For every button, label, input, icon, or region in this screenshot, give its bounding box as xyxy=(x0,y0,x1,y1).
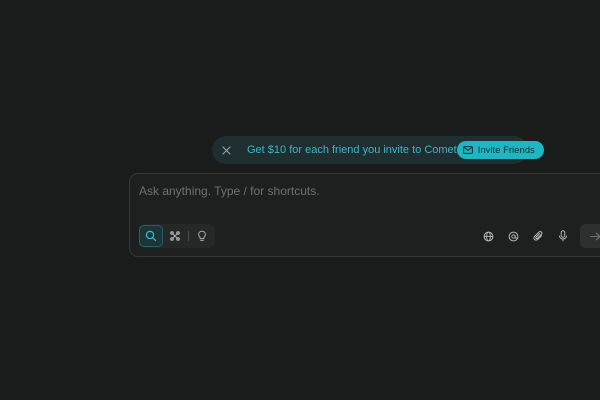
invite-friends-button[interactable]: Invite Friends xyxy=(456,141,544,159)
search-icon xyxy=(145,230,157,242)
mode-selector xyxy=(139,224,215,248)
microphone-icon[interactable] xyxy=(554,227,572,245)
arrow-right-icon xyxy=(589,232,600,240)
at-sign-icon[interactable] xyxy=(504,227,522,245)
mode-divider xyxy=(188,231,189,241)
globe-icon[interactable] xyxy=(479,227,497,245)
ask-input[interactable] xyxy=(139,183,569,199)
promo-banner: Get $10 for each friend you invite to Co… xyxy=(212,136,544,164)
ideas-mode-button[interactable] xyxy=(190,225,214,247)
composer-tools xyxy=(479,227,579,245)
promo-text: Get $10 for each friend you invite to Co… xyxy=(247,144,457,156)
close-icon[interactable] xyxy=(222,144,231,156)
sparkle-grid-icon xyxy=(170,231,180,241)
lightbulb-icon xyxy=(198,230,206,241)
search-mode-button[interactable] xyxy=(139,225,163,247)
mail-icon xyxy=(462,146,473,154)
submit-button[interactable] xyxy=(580,224,600,248)
composer-box xyxy=(129,173,600,257)
research-mode-button[interactable] xyxy=(163,225,187,247)
paperclip-icon[interactable] xyxy=(529,227,547,245)
invite-friends-label: Invite Friends xyxy=(477,144,535,156)
